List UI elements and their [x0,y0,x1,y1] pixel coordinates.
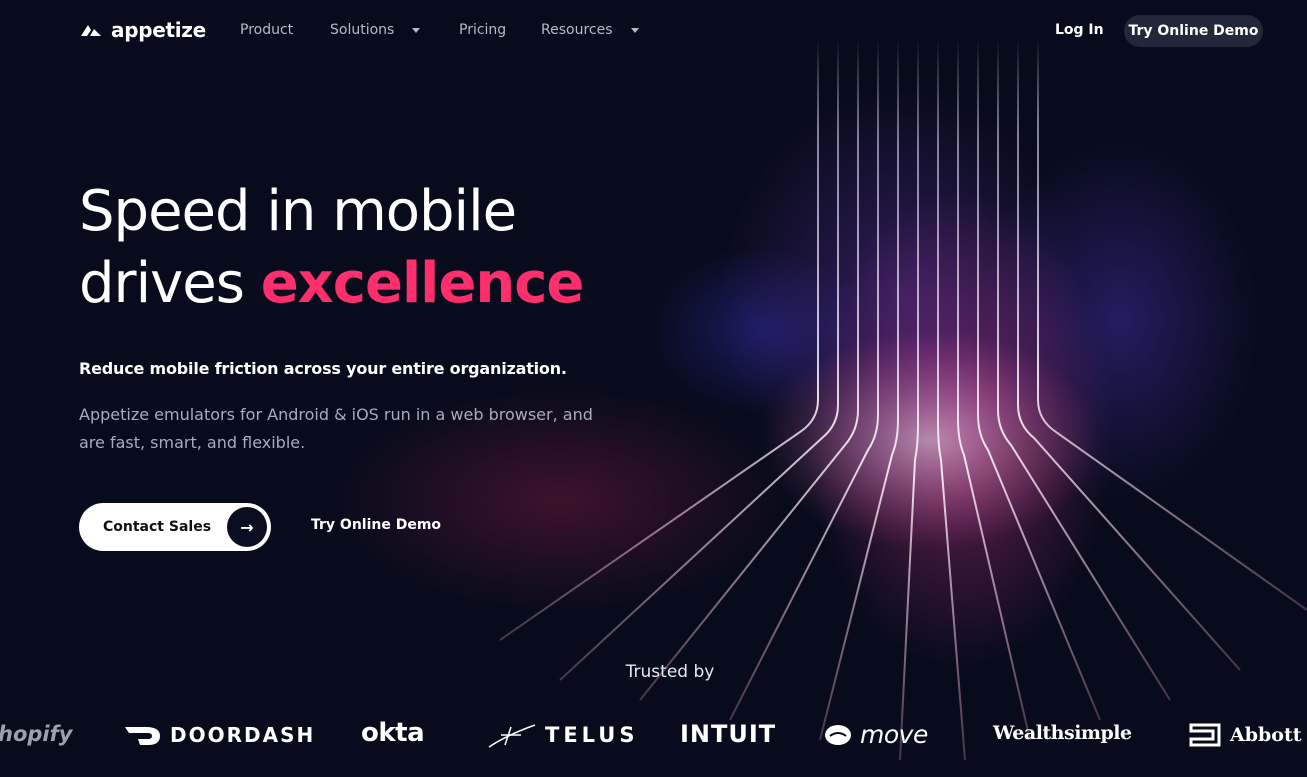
nav-pricing-label: Pricing [459,22,507,38]
chevron-down-icon [630,27,639,33]
hero-title-line2: drives [79,251,261,316]
aircanada-badge-icon [825,724,851,745]
chevron-down-icon [412,27,421,33]
hero-description: Appetize emulators for Android & iOS run… [79,405,593,452]
login-link[interactable]: Log In [1055,22,1104,38]
nav-solutions[interactable]: Solutions [330,22,421,38]
hero-title: Speed in mobile drives excellence [79,176,639,320]
light-beams-graphic [499,40,1307,761]
nav-product[interactable]: Product [240,22,293,38]
arrow-right-icon: → [227,507,267,547]
hero-background [0,0,1307,777]
abbott-logo: Abbott [1188,721,1302,749]
appetize-logo-icon [81,25,101,36]
nav-product-label: Product [240,22,294,38]
nav-solutions-label: Solutions [330,22,395,38]
abbott-icon [1189,723,1221,747]
nav-try-demo-button[interactable]: Try Online Demo [1124,15,1263,47]
appetize-logo[interactable]: appetize [79,18,206,42]
doordash-logo: DOORDASH [124,723,315,747]
nav-pricing[interactable]: Pricing [459,22,506,38]
hero-title-line1: Speed in mobile [79,179,517,244]
top-navigation: appetize Product Solutions Pricing Resou… [0,0,1307,62]
okta-logo: okta [361,718,425,748]
contact-sales-button[interactable]: Contact Sales → [79,503,271,551]
contact-sales-label: Contact Sales [103,519,212,535]
shopify-logo: hopify [0,722,73,746]
hero-title-accent: excellence [260,251,585,316]
hero-subheading: Reduce mobile friction across your entir… [79,359,567,378]
brand-name: appetize [111,18,206,42]
doordash-icon [125,727,160,745]
nav-resources-label: Resources [541,22,613,38]
trusted-by-heading: Trusted by [625,662,715,682]
telus-icon [488,724,536,748]
hero-try-demo-link[interactable]: Try Online Demo [311,517,441,533]
nav-resources[interactable]: Resources [541,22,639,38]
customer-logos: hopify DOORDASH okta TELUS INTUIT move W… [0,712,1307,762]
wealthsimple-logo: Wealthsimple [993,722,1132,744]
aircanada-move-logo: move [824,720,928,749]
intuit-logo: INTUIT [680,720,777,748]
telus-logo: TELUS [487,721,638,749]
